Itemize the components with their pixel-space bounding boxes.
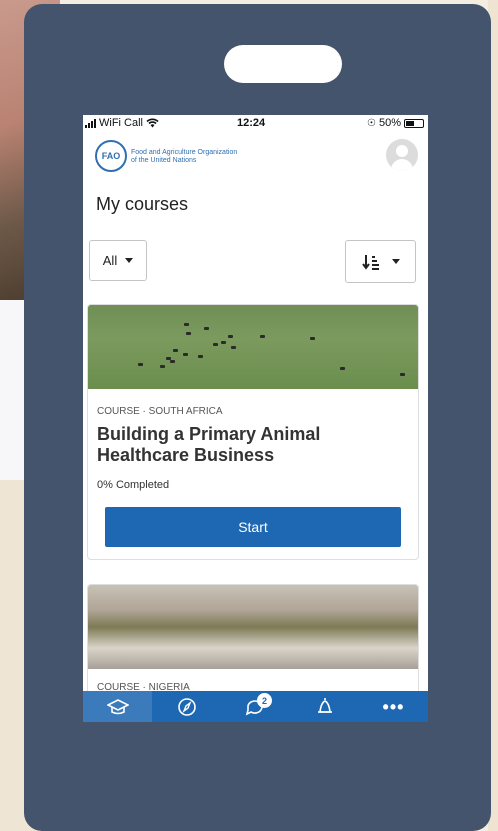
phone-speaker — [224, 45, 342, 83]
course-card[interactable]: COURSE · SOUTH AFRICA Building a Primary… — [87, 304, 419, 560]
org-name-line1: Food and Agriculture Organization — [131, 149, 238, 156]
course-title[interactable]: Building a Primary Animal Healthcare Bus… — [97, 424, 397, 466]
course-progress: 0% Completed — [97, 479, 170, 491]
signal-icon — [85, 118, 96, 128]
org-name-line2: of the United Nations — [131, 157, 197, 164]
bell-icon — [317, 697, 332, 713]
chevron-down-icon — [391, 259, 400, 264]
status-filter-select[interactable]: All — [89, 240, 147, 281]
org-name: Food and Agriculture Organization of the… — [131, 149, 271, 165]
logo-text: FAO — [101, 151, 121, 161]
nav-tab-courses[interactable] — [83, 691, 152, 722]
sort-icon — [361, 254, 379, 270]
nav-tab-notifications[interactable] — [290, 691, 359, 722]
battery-percent: 50% — [378, 117, 401, 129]
compass-icon — [177, 697, 196, 716]
wifi-icon — [146, 118, 159, 128]
course-meta: COURSE · SOUTH AFRICA — [97, 406, 223, 417]
more-icon: ••• — [382, 696, 405, 717]
avatar[interactable] — [386, 139, 418, 171]
page-title: My courses — [96, 194, 189, 214]
sort-button[interactable] — [345, 240, 416, 283]
discussions-badge: 2 — [257, 693, 272, 708]
start-button[interactable]: Start — [105, 507, 401, 547]
rotation-lock-icon: ☉ — [367, 117, 376, 129]
nav-tab-explore[interactable] — [152, 691, 221, 722]
battery-icon — [404, 118, 424, 128]
bottom-nav: 2 ••• — [83, 691, 428, 722]
graduation-cap-icon — [106, 698, 129, 714]
course-image — [88, 585, 418, 669]
phone-screen: WiFi Call 12:24 ☉ 50% FAO Food and Agric… — [83, 115, 428, 722]
nav-tab-more[interactable]: ••• — [359, 691, 428, 722]
fao-logo: FAO — [95, 140, 127, 172]
carrier-label: WiFi Call — [99, 117, 143, 129]
status-time: 12:24 — [237, 117, 266, 129]
status-bar: WiFi Call 12:24 ☉ 50% — [83, 115, 428, 133]
chevron-down-icon — [125, 258, 134, 263]
nav-tab-discussions[interactable]: 2 — [221, 691, 290, 722]
course-image — [88, 305, 418, 389]
status-filter-value: All — [102, 253, 118, 268]
